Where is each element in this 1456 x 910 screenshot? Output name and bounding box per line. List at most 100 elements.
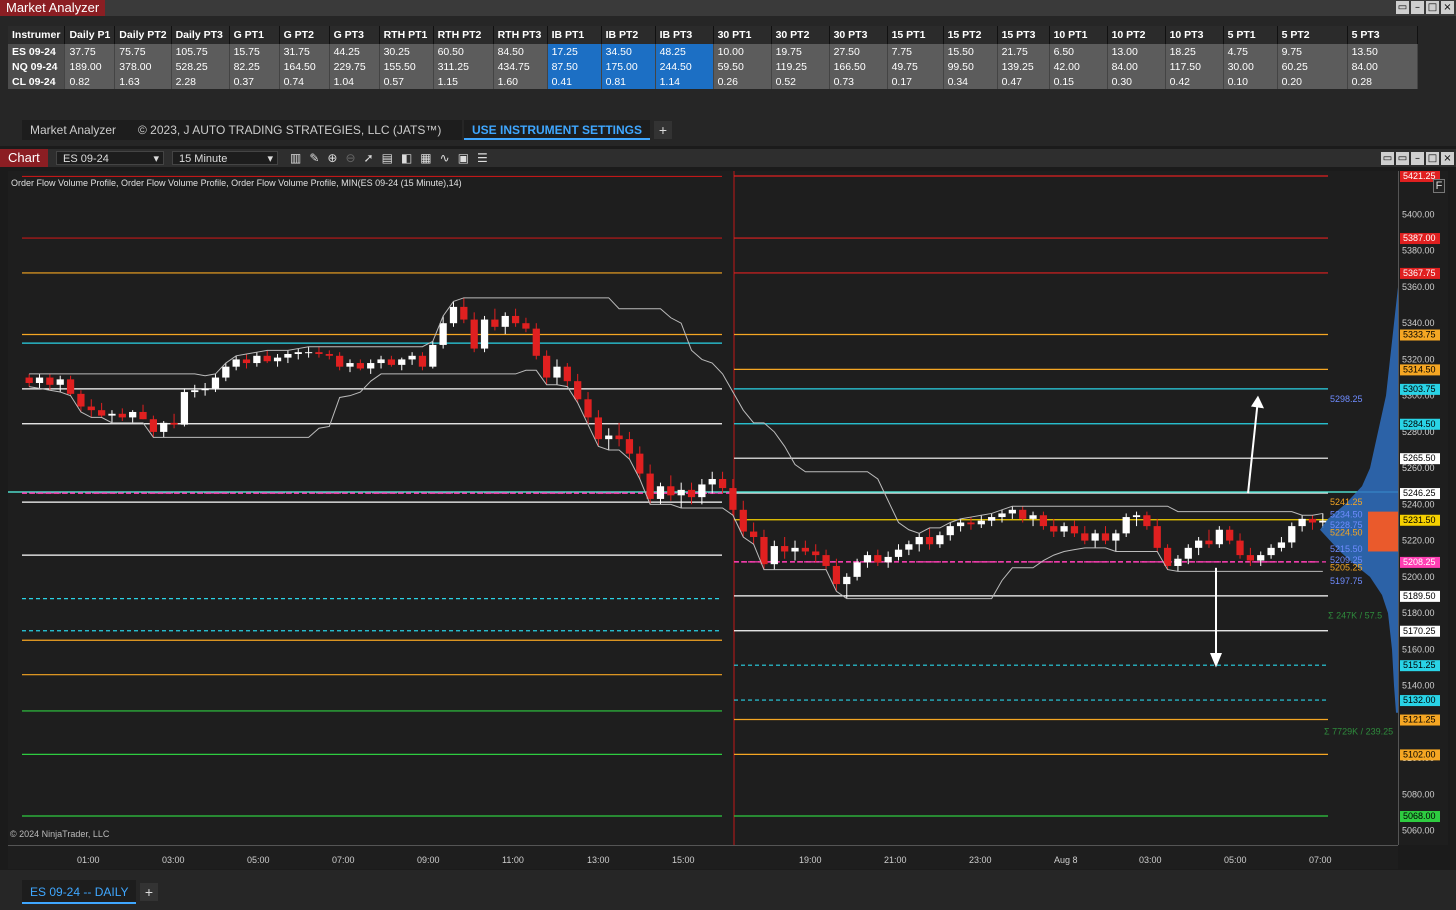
value-cell[interactable]: 0.10 [1223, 74, 1278, 89]
table-row[interactable]: ES 09-24 37.75 75.75 105.75 15.75 31.75 44.25 3… [8, 44, 1418, 59]
value-cell[interactable]: 2.28 [171, 74, 230, 89]
value-cell[interactable]: 42.00 [1049, 59, 1108, 74]
instrument-cell[interactable]: ES 09-24 [8, 44, 66, 59]
value-cell[interactable]: 119.25 [771, 59, 830, 74]
value-cell[interactable]: 0.15 [1049, 74, 1108, 89]
column-header[interactable]: 10 PT1 [1049, 26, 1108, 44]
value-cell[interactable]: 87.50 [547, 59, 602, 74]
value-cell[interactable]: 0.74 [279, 74, 330, 89]
value-cell[interactable]: 0.81 [601, 74, 656, 89]
value-cell[interactable]: 27.50 [829, 44, 888, 59]
pencil-icon[interactable]: ✎ [309, 151, 319, 165]
interval-selector[interactable]: 15 Minute ▾ [172, 151, 278, 165]
column-header[interactable]: 15 PT3 [997, 26, 1050, 44]
column-header[interactable]: Daily P1 [64, 26, 116, 44]
column-header[interactable]: IB PT3 [655, 26, 714, 44]
value-cell[interactable]: 21.75 [997, 44, 1050, 59]
tile-icon[interactable]: ▭ [1381, 152, 1394, 165]
instrument-selector[interactable]: ES 09-24 ▾ [56, 151, 164, 165]
value-cell[interactable]: 1.15 [433, 74, 494, 89]
time-axis[interactable]: 01:00 03:00 05:00 07:00 09:00 11:00 13:00 15:00… [8, 845, 1398, 869]
value-cell[interactable]: 84.00 [1107, 59, 1166, 74]
value-cell[interactable]: 84.50 [493, 44, 548, 59]
value-cell[interactable]: 17.25 [547, 44, 602, 59]
maximize-icon[interactable]: □ [1426, 152, 1439, 165]
template-icon[interactable]: ◧ [401, 151, 412, 165]
value-cell[interactable]: 434.75 [493, 59, 548, 74]
value-cell[interactable]: 60.50 [433, 44, 494, 59]
column-header[interactable]: RTH PT1 [379, 26, 434, 44]
column-header[interactable]: Daily PT3 [171, 26, 230, 44]
f-button[interactable]: F [1433, 179, 1445, 193]
restore-icon[interactable]: ▭ [1396, 1, 1409, 14]
value-cell[interactable]: 4.75 [1223, 44, 1278, 59]
value-cell[interactable]: 0.28 [1347, 74, 1418, 89]
column-header[interactable]: 30 PT1 [713, 26, 772, 44]
value-cell[interactable]: 19.75 [771, 44, 830, 59]
column-header[interactable]: Instrumer [8, 26, 66, 44]
value-cell[interactable]: 84.00 [1347, 59, 1418, 74]
value-cell[interactable]: 0.42 [1165, 74, 1224, 89]
value-cell[interactable]: 37.75 [64, 44, 116, 59]
value-cell[interactable]: 15.75 [229, 44, 280, 59]
chart-panel[interactable]: 5241.25 5234.50 5228.75 5224.50 5215.50 5209.… [8, 171, 1400, 845]
value-cell[interactable]: 189.00 [64, 59, 116, 74]
value-cell[interactable]: 9.75 [1277, 44, 1348, 59]
zoom-out-icon[interactable]: ⊖ [345, 151, 355, 165]
value-cell[interactable]: 60.25 [1277, 59, 1348, 74]
value-cell[interactable]: 31.75 [279, 44, 330, 59]
tab-es-daily[interactable]: ES 09-24 -- DAILY [22, 880, 137, 904]
value-cell[interactable]: 175.00 [601, 59, 656, 74]
column-header[interactable]: IB PT2 [601, 26, 656, 44]
data-box-icon[interactable]: ▤ [382, 151, 393, 165]
pointer-icon[interactable]: ➚ [364, 151, 374, 165]
value-cell[interactable]: 48.25 [655, 44, 714, 59]
indicators-icon[interactable]: ▦ [420, 151, 431, 165]
chart-titlebar[interactable]: Chart ES 09-24 ▾ 15 Minute ▾ ▥ ✎ ⊕ ⊖ ➚ ▤… [0, 149, 1456, 167]
value-cell[interactable]: 7.75 [887, 44, 944, 59]
value-cell[interactable]: 30.00 [1223, 59, 1278, 74]
column-header[interactable]: RTH PT3 [493, 26, 548, 44]
copyright-tab[interactable]: © 2023, J AUTO TRADING STRATEGIES, LLC (… [130, 120, 462, 140]
maximize-icon[interactable]: □ [1426, 1, 1439, 14]
close-icon[interactable]: × [1441, 1, 1454, 14]
column-header[interactable]: G PT1 [229, 26, 280, 44]
value-cell[interactable]: 82.25 [229, 59, 280, 74]
value-cell[interactable]: 1.04 [329, 74, 380, 89]
value-cell[interactable]: 0.73 [829, 74, 888, 89]
instrument-cell[interactable]: NQ 09-24 [8, 59, 66, 74]
value-cell[interactable]: 6.50 [1049, 44, 1108, 59]
value-cell[interactable]: 13.50 [1347, 44, 1418, 59]
column-header[interactable]: G PT2 [279, 26, 330, 44]
value-cell[interactable]: 0.34 [943, 74, 998, 89]
column-header[interactable]: 5 PT3 [1347, 26, 1418, 44]
value-cell[interactable]: 18.25 [1165, 44, 1224, 59]
list-icon[interactable]: ☰ [477, 151, 488, 165]
column-header[interactable]: 5 PT2 [1277, 26, 1348, 44]
value-cell[interactable]: 528.25 [171, 59, 230, 74]
tab-use-instrument-settings[interactable]: USE INSTRUMENT SETTINGS [464, 120, 650, 140]
tab-market-analyzer[interactable]: Market Analyzer [22, 120, 130, 140]
value-cell[interactable]: 155.50 [379, 59, 434, 74]
value-cell[interactable]: 75.75 [114, 44, 172, 59]
close-icon[interactable]: × [1441, 152, 1454, 165]
value-cell[interactable]: 0.20 [1277, 74, 1348, 89]
value-cell[interactable]: 164.50 [279, 59, 330, 74]
price-axis[interactable]: 5400.00 5380.00 5360.00 5340.00 5320.00 5300.… [1398, 170, 1448, 845]
market-analyzer-titlebar[interactable]: Market Analyzer ▭ – □ × [0, 0, 1456, 16]
column-header[interactable]: 5 PT1 [1223, 26, 1278, 44]
column-header[interactable]: 30 PT2 [771, 26, 830, 44]
value-cell[interactable]: 15.50 [943, 44, 998, 59]
instrument-cell[interactable]: CL 09-24 [8, 74, 66, 89]
table-row[interactable]: NQ 09-24 189.00 378.00 528.25 82.25 164.50 229… [8, 59, 1418, 74]
column-header[interactable]: RTH PT2 [433, 26, 494, 44]
column-header[interactable]: 15 PT1 [887, 26, 944, 44]
value-cell[interactable]: 105.75 [171, 44, 230, 59]
value-cell[interactable]: 49.75 [887, 59, 944, 74]
minimize-icon[interactable]: – [1411, 152, 1424, 165]
add-tab-button[interactable]: + [654, 121, 672, 139]
table-row[interactable]: CL 09-24 0.82 1.63 2.28 0.37 0.74 1.04 0.57 1.15… [8, 74, 1418, 89]
column-header[interactable]: 15 PT2 [943, 26, 998, 44]
value-cell[interactable]: 311.25 [433, 59, 494, 74]
value-cell[interactable]: 0.47 [997, 74, 1050, 89]
